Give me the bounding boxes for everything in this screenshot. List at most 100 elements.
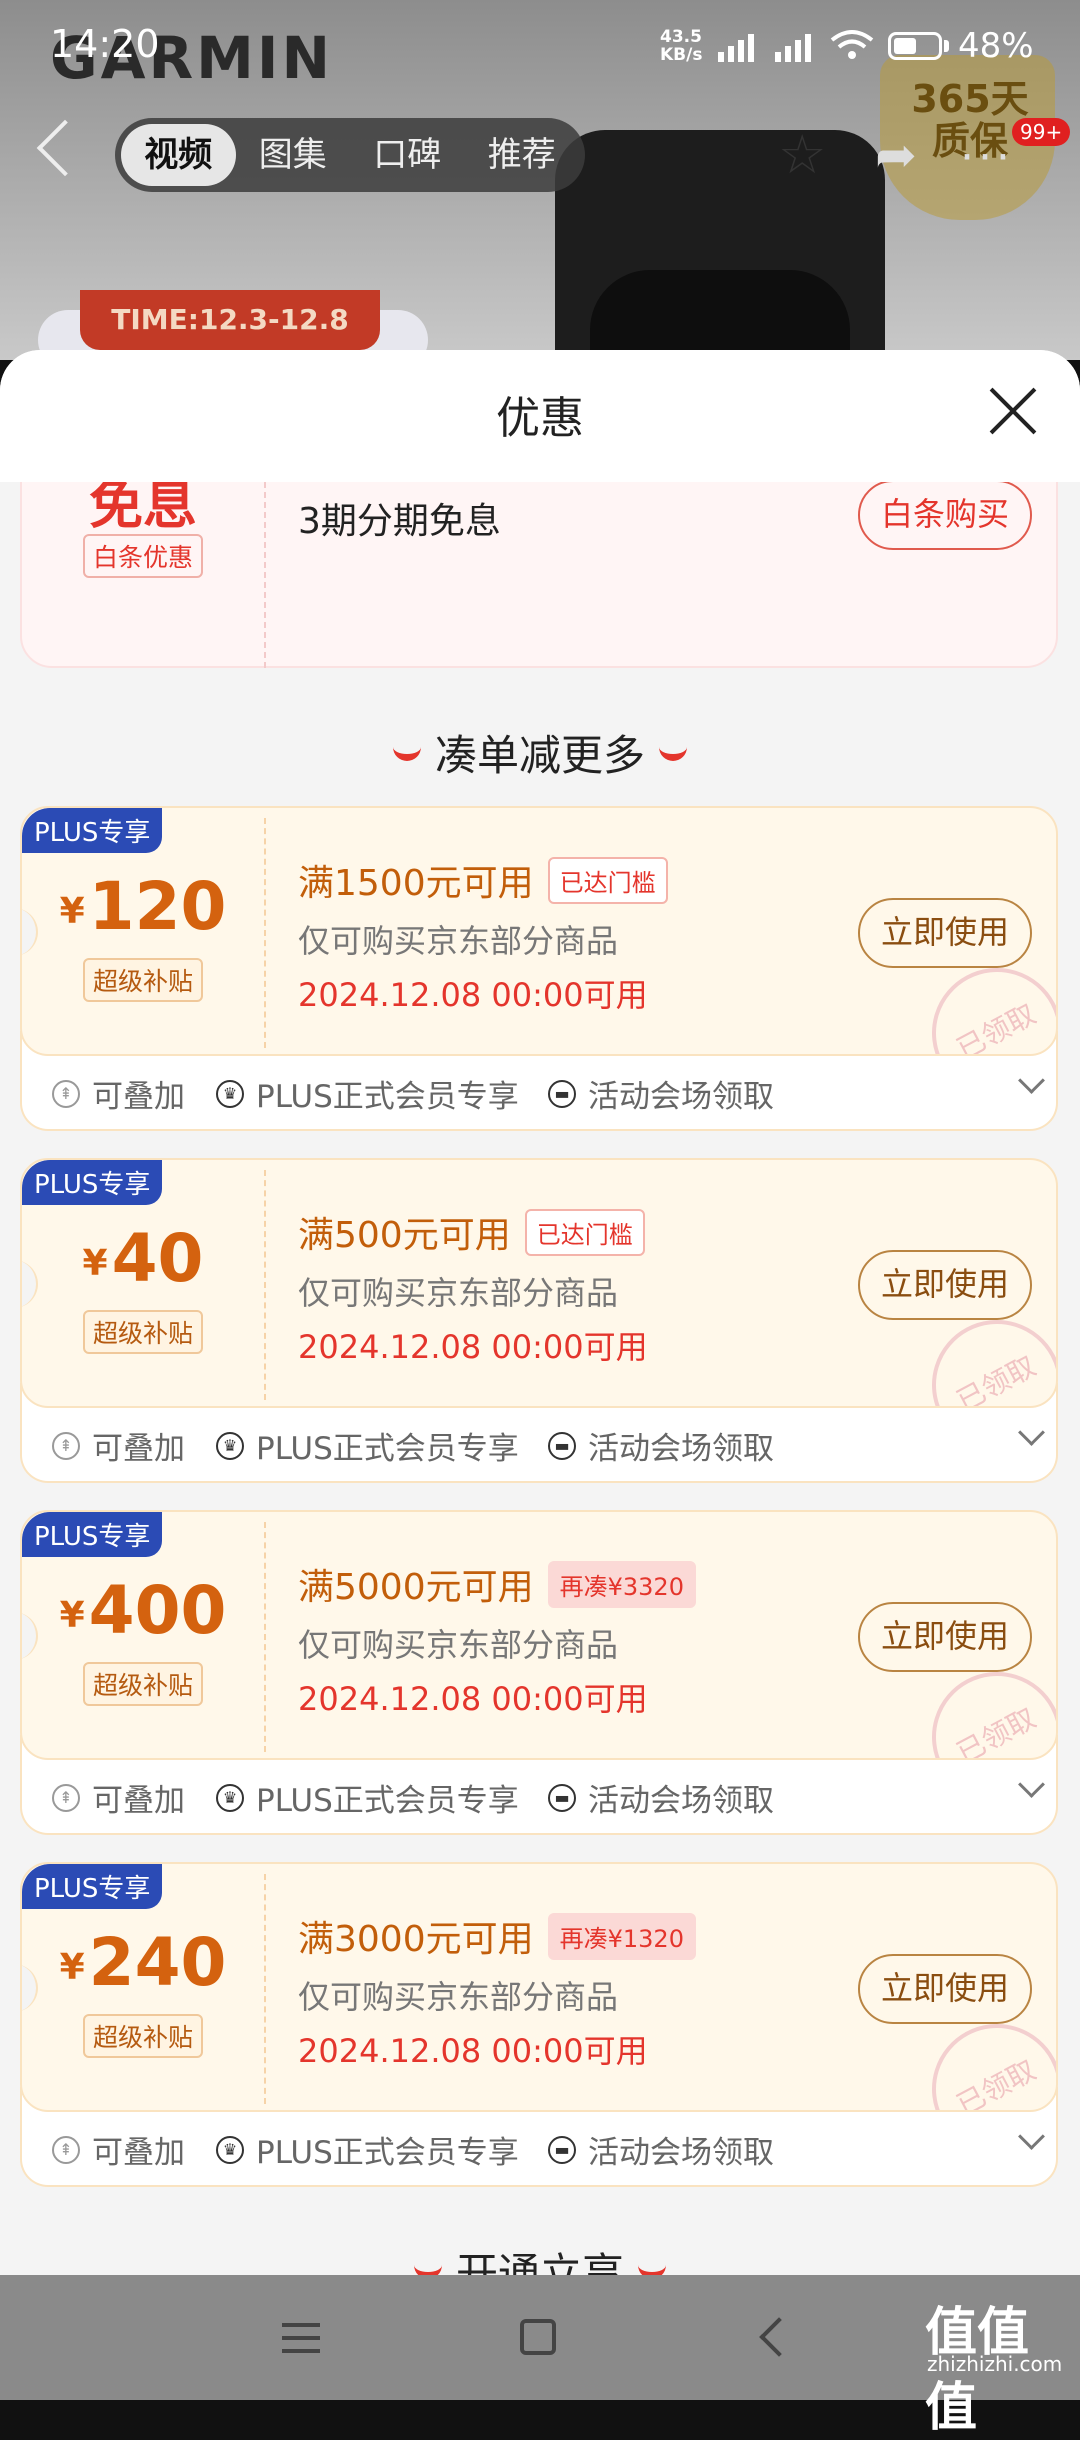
coupon-divider (264, 1522, 266, 1752)
coupon-scope: 仅可购买京东部分商品 (298, 1978, 619, 2016)
coupon-threshold: 满3000元可用 再凑¥1320 (298, 1910, 696, 1962)
chevron-down-icon[interactable] (1018, 2123, 1045, 2150)
tab-recommend[interactable]: 推荐 (465, 124, 580, 186)
network-speed: 43.5 KB/s (660, 27, 703, 65)
coupon-amount: ¥120 (59, 868, 227, 945)
coupon-body: PLUS专享 ¥120 超级补贴 满1500元可用 已达门槛 仅可购买京东部分商品… (20, 806, 1058, 1056)
plus-member-feature: ♛ PLUS正式会员专享 (216, 1775, 519, 1820)
promo-time-tag: TIME:12.3-12.8 (80, 290, 380, 350)
coupon-card: ⇞ 可叠加 ♛ PLUS正式会员专享 ▬ 活动会场领取 PLUS专享 ¥40 超级补贴… (20, 1158, 1058, 1483)
venue-feature: ▬ 活动会场领取 (548, 1423, 774, 1468)
card-divider (264, 452, 266, 668)
use-now-button[interactable]: 立即使用 (858, 898, 1032, 968)
crown-icon: ♛ (216, 2135, 244, 2164)
plus-member-feature: ♛ PLUS正式会员专享 (216, 1423, 519, 1468)
ticket-icon: ▬ (548, 1783, 576, 1812)
ticket-icon: ▬ (548, 1431, 576, 1460)
tab-video[interactable]: 视频 (121, 124, 236, 186)
threshold-status-tag: 已达门槛 (547, 857, 668, 904)
coupon-card: ⇞ 可叠加 ♛ PLUS正式会员专享 ▬ 活动会场领取 PLUS专享 ¥400 超级补… (20, 1510, 1058, 1835)
system-back-icon[interactable] (759, 2317, 799, 2357)
close-icon[interactable] (988, 386, 1038, 436)
plus-exclusive-badge: PLUS专享 (22, 1512, 163, 1557)
message-badge: 99+ (1012, 118, 1071, 146)
signal-icon (718, 30, 762, 62)
stackable-feature: ⇞ 可叠加 (52, 1775, 185, 1820)
crown-icon: ♛ (216, 1431, 244, 1460)
coupon-amount: ¥400 (59, 1572, 227, 1649)
status-bar: 14:20 43.5 KB/s 48% (0, 0, 1080, 95)
coupon-card: ⇞ 可叠加 ♛ PLUS正式会员专享 ▬ 活动会场领取 PLUS专享 ¥240 超级补… (20, 1862, 1058, 2187)
discount-sheet: 免息 白条优惠 3期分期免息 白条购买 优惠 凑单减更多 ⇞ 可叠加 ♛ PLUS正… (0, 350, 1080, 2275)
ticket-icon: ▬ (548, 1079, 576, 1108)
coupon-divider (264, 818, 266, 1048)
subsidy-tag: 超级补贴 (83, 958, 204, 1002)
coupon-body: PLUS专享 ¥400 超级补贴 满5000元可用 再凑¥3320 仅可购买京东部… (20, 1510, 1058, 1760)
coupon-threshold: 满1500元可用 已达门槛 (298, 854, 668, 906)
threshold-status-tag: 再凑¥1320 (547, 1913, 696, 1960)
use-now-button[interactable]: 立即使用 (858, 1250, 1032, 1320)
coupon-threshold: 满500元可用 已达门槛 (298, 1206, 645, 1258)
use-now-button[interactable]: 立即使用 (858, 1602, 1032, 1672)
recent-apps-icon[interactable] (282, 2323, 320, 2353)
baitiao-offer-card: 免息 白条优惠 3期分期免息 白条购买 (20, 450, 1058, 668)
baitiao-buy-button[interactable]: 白条购买 (858, 480, 1032, 550)
section-title: 凑单减更多 (0, 722, 1080, 783)
plus-member-feature: ♛ PLUS正式会员专享 (216, 2127, 519, 2172)
smile-icon (413, 2258, 442, 2275)
coupon-valid-time: 2024.12.08 00:00可用 (298, 976, 648, 1014)
stack-icon: ⇞ (52, 1431, 80, 1460)
coupon-divider (264, 1170, 266, 1400)
threshold-status-tag: 已达门槛 (524, 1209, 645, 1256)
stackable-feature: ⇞ 可叠加 (52, 1423, 185, 1468)
coupon-card: ⇞ 可叠加 ♛ PLUS正式会员专享 ▬ 活动会场领取 PLUS专享 ¥120 超级补… (20, 806, 1058, 1131)
more-icon[interactable]: ··· (960, 132, 1014, 183)
stack-icon: ⇞ (52, 1783, 80, 1812)
system-navigation-bar (0, 2275, 1080, 2400)
tab-gallery[interactable]: 图集 (236, 124, 351, 186)
stack-icon: ⇞ (52, 1079, 80, 1108)
baitiao-tag: 白条优惠 (83, 534, 204, 578)
plus-member-feature: ♛ PLUS正式会员专享 (216, 1071, 519, 1116)
subsidy-tag: 超级补贴 (83, 2014, 204, 2058)
stackable-feature: ⇞ 可叠加 (52, 2127, 185, 2172)
smile-icon (392, 740, 421, 761)
battery-tip (944, 40, 949, 52)
share-icon[interactable]: ➦ (875, 128, 917, 182)
subsidy-tag: 超级补贴 (83, 1662, 204, 1706)
crown-icon: ♛ (216, 1783, 244, 1812)
coupon-scope: 仅可购买京东部分商品 (298, 922, 619, 960)
chevron-down-icon[interactable] (1018, 1771, 1045, 1798)
chevron-down-icon[interactable] (1018, 1419, 1045, 1446)
smile-icon (659, 740, 687, 761)
installment-desc: 3期分期免息 (298, 501, 501, 542)
use-now-button[interactable]: 立即使用 (858, 1954, 1032, 2024)
coupon-scope: 仅可购买京东部分商品 (298, 1626, 619, 1664)
coupon-valid-time: 2024.12.08 00:00可用 (298, 1680, 648, 1718)
wifi-icon (830, 30, 874, 59)
coupon-body: PLUS专享 ¥240 超级补贴 满3000元可用 再凑¥1320 仅可购买京东部… (20, 1862, 1058, 2112)
ticket-icon: ▬ (548, 2135, 576, 2164)
coupon-amount: ¥40 (82, 1220, 204, 1297)
subsidy-tag: 超级补贴 (83, 1310, 204, 1354)
coupon-valid-time: 2024.12.08 00:00可用 (298, 2032, 648, 2070)
signal-icon (775, 30, 819, 62)
watermark-site: zhizhizhi.com (927, 2352, 1063, 2376)
tab-reviews[interactable]: 口碑 (350, 124, 465, 186)
plus-exclusive-badge: PLUS专享 (22, 1160, 163, 1205)
plus-exclusive-badge: PLUS专享 (22, 808, 163, 853)
media-tabs: 视频 图集 口碑 推荐 (115, 118, 585, 192)
coupon-threshold: 满5000元可用 再凑¥3320 (298, 1558, 696, 1610)
home-icon[interactable] (520, 2319, 556, 2355)
battery-icon (888, 32, 942, 60)
stackable-feature: ⇞ 可叠加 (52, 1071, 185, 1116)
coupon-body: PLUS专享 ¥40 超级补贴 满500元可用 已达门槛 仅可购买京东部分商品 2… (20, 1158, 1058, 1408)
coupon-valid-time: 2024.12.08 00:00可用 (298, 1328, 648, 1366)
chevron-down-icon[interactable] (1018, 1067, 1045, 1094)
venue-feature: ▬ 活动会场领取 (548, 1775, 774, 1820)
stack-icon: ⇞ (52, 2135, 80, 2164)
smile-icon (638, 2258, 666, 2275)
crown-icon: ♛ (216, 1079, 244, 1108)
favorite-star-icon[interactable]: ☆ (778, 128, 826, 182)
venue-feature: ▬ 活动会场领取 (548, 1071, 774, 1116)
